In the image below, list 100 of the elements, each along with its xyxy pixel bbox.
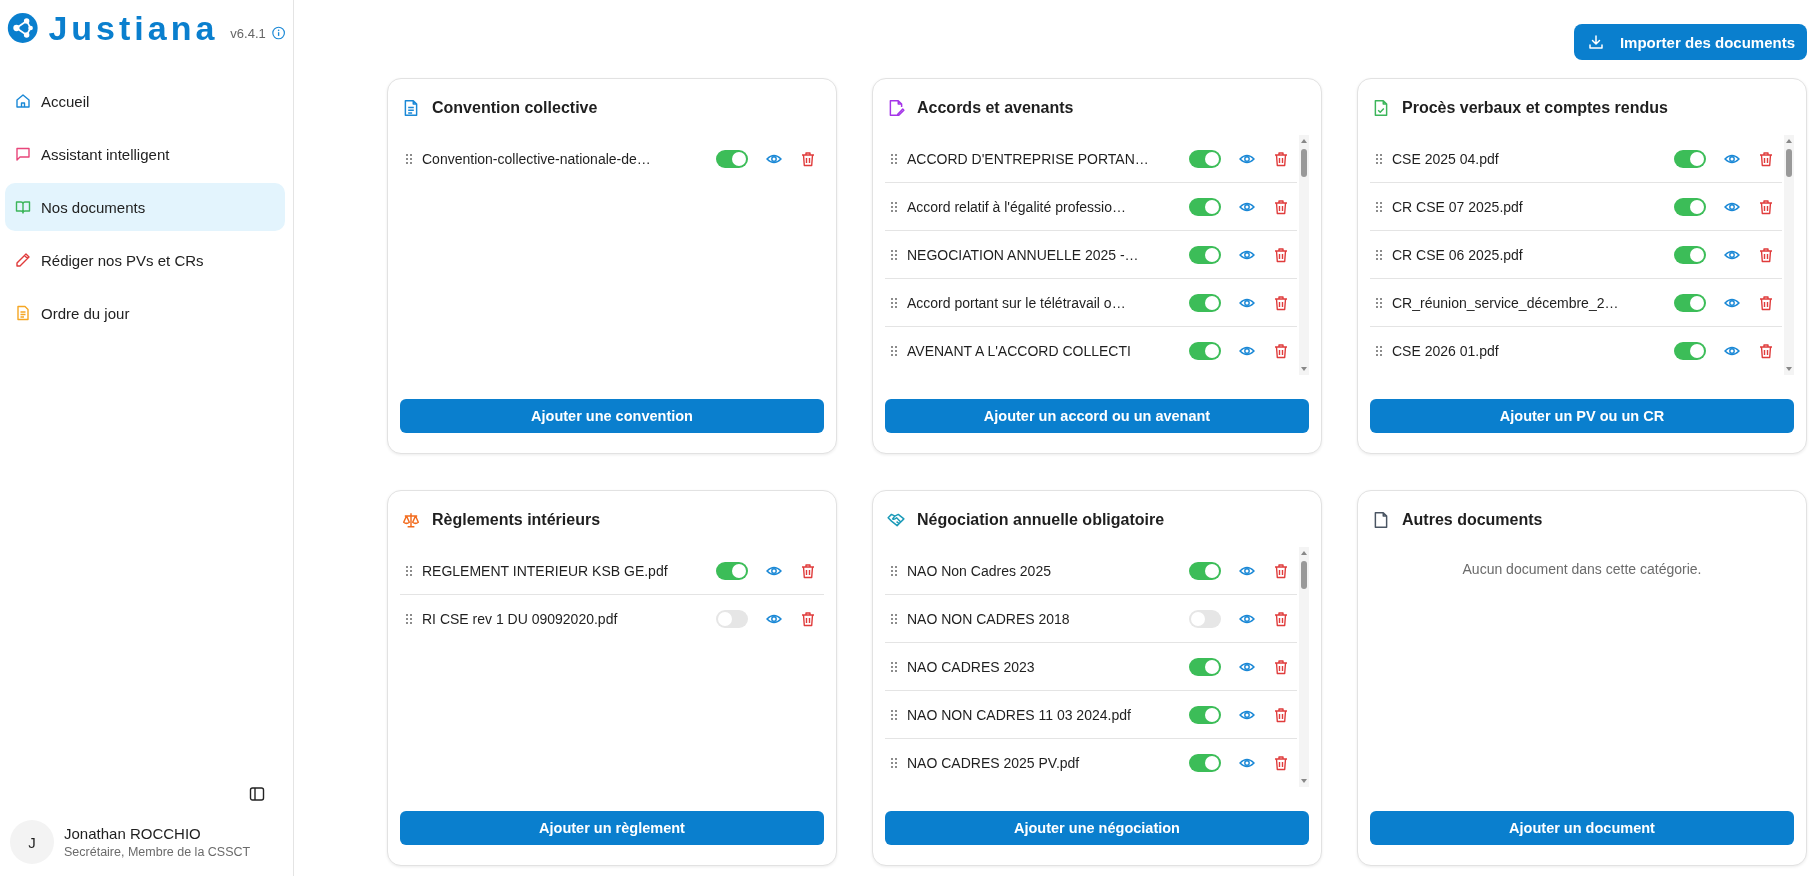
toggle-switch[interactable] [716, 149, 748, 168]
document-name: NAO NON CADRES 11 03 2024.pdf [907, 706, 1132, 723]
toggle-switch[interactable] [1674, 293, 1706, 312]
document-name: CR CSE 07 2025.pdf [1392, 198, 1524, 215]
drag-handle-icon[interactable] [891, 661, 897, 672]
drag-handle-icon[interactable] [891, 297, 897, 308]
card-title: Négociation annuelle obligatoire [917, 511, 1165, 529]
toggle-switch[interactable] [1189, 705, 1221, 724]
trash-icon[interactable] [1273, 562, 1289, 579]
toggle-switch[interactable] [1674, 341, 1706, 360]
drag-handle-icon[interactable] [1376, 297, 1382, 308]
drag-handle-icon[interactable] [891, 613, 897, 624]
nav-item[interactable]: Assistant intelligent [5, 130, 285, 178]
version-label: v6.4.1 [230, 25, 266, 41]
scrollbar[interactable] [1299, 135, 1309, 375]
document-name: RI CSE rev 1 DU 09092020.pdf [422, 610, 619, 627]
toggle-switch[interactable] [1189, 561, 1221, 580]
toggle-switch[interactable] [1674, 149, 1706, 168]
document-name: NAO CADRES 2023 [907, 658, 1036, 675]
trash-icon[interactable] [1273, 150, 1289, 167]
handshake-icon [887, 511, 905, 529]
document-name: NAO Non Cadres 2025 [907, 562, 1052, 579]
document-icon [15, 305, 31, 321]
add-button[interactable]: Ajouter un accord ou un avenant [885, 399, 1309, 433]
drag-handle-icon[interactable] [891, 565, 897, 576]
drag-handle-icon[interactable] [1376, 249, 1382, 260]
trash-icon[interactable] [1758, 246, 1774, 263]
drag-handle-icon[interactable] [891, 201, 897, 212]
user-role: Secrétaire, Membre de la CSSCT [64, 845, 251, 859]
trash-icon[interactable] [1273, 342, 1289, 359]
download-icon [1587, 34, 1604, 50]
drag-handle-icon[interactable] [406, 613, 412, 624]
trash-icon[interactable] [1273, 706, 1289, 723]
trash-icon[interactable] [1273, 294, 1289, 311]
scrollbar[interactable] [1784, 135, 1794, 375]
add-button[interactable]: Ajouter un règlement [400, 811, 824, 845]
trash-icon[interactable] [800, 150, 816, 167]
drag-handle-icon[interactable] [406, 565, 412, 576]
document-name: CR_réunion_service_décembre_2… [1392, 294, 1620, 311]
book-icon [15, 199, 31, 215]
trash-icon[interactable] [1273, 610, 1289, 627]
trash-icon[interactable] [800, 562, 816, 579]
card-title: Procès verbaux et comptes rendus [1402, 99, 1668, 117]
document-name: CR CSE 06 2025.pdf [1392, 246, 1524, 263]
drag-handle-icon[interactable] [406, 153, 412, 164]
trash-icon[interactable] [1273, 246, 1289, 263]
toggle-switch[interactable] [1189, 341, 1221, 360]
trash-icon[interactable] [800, 610, 816, 627]
toggle-switch[interactable] [1189, 609, 1221, 628]
user-name: Jonathan ROCCHIO [64, 825, 202, 842]
drag-handle-icon[interactable] [891, 153, 897, 164]
toggle-switch[interactable] [716, 561, 748, 580]
toggle-switch[interactable] [1189, 245, 1221, 264]
trash-icon[interactable] [1758, 294, 1774, 311]
nav-item[interactable]: Rédiger nos PVs et CRs [5, 236, 285, 284]
trash-icon[interactable] [1273, 754, 1289, 771]
document-name: Accord portant sur le télétravail o… [907, 294, 1127, 311]
info-icon[interactable] [271, 25, 285, 41]
pen-document-icon [887, 99, 905, 117]
scale-icon [402, 511, 420, 529]
toggle-switch[interactable] [1189, 657, 1221, 676]
drag-handle-icon[interactable] [891, 709, 897, 720]
drag-handle-icon[interactable] [1376, 153, 1382, 164]
toggle-switch[interactable] [1189, 753, 1221, 772]
toggle-switch[interactable] [1674, 245, 1706, 264]
card-title: Règlements intérieurs [432, 511, 601, 529]
drag-handle-icon[interactable] [891, 345, 897, 356]
drag-handle-icon[interactable] [1376, 201, 1382, 212]
document-name: NEGOCIATION ANNUELLE 2025 -… [907, 246, 1140, 263]
document-name: CSE 2026 01.pdf [1392, 342, 1500, 359]
trash-icon[interactable] [1273, 198, 1289, 215]
drag-handle-icon[interactable] [891, 757, 897, 768]
document-name: ACCORD D'ENTREPRISE PORTAN… [907, 150, 1150, 167]
card-title: Convention collective [432, 99, 598, 117]
trash-icon[interactable] [1273, 658, 1289, 675]
home-icon [15, 93, 31, 109]
nav-item[interactable]: Ordre du jour [5, 289, 285, 337]
chat-bubble-icon [15, 146, 31, 162]
drag-handle-icon[interactable] [1376, 345, 1382, 356]
scrollbar[interactable] [1299, 547, 1309, 787]
trash-icon[interactable] [1758, 198, 1774, 215]
document-name: Convention-collective-nationale-de… [422, 150, 652, 167]
toggle-switch[interactable] [1189, 197, 1221, 216]
add-button[interactable]: Ajouter une convention [400, 399, 824, 433]
toggle-switch[interactable] [1189, 293, 1221, 312]
add-button[interactable]: Ajouter un PV ou un CR [1370, 399, 1794, 433]
document-name: Accord relatif à l'égalité professio… [907, 198, 1127, 215]
drag-handle-icon[interactable] [891, 249, 897, 260]
trash-icon[interactable] [1758, 150, 1774, 167]
nav-item[interactable]: Accueil [5, 77, 285, 125]
trash-icon[interactable] [1758, 342, 1774, 359]
add-button[interactable]: Ajouter un document [1370, 811, 1794, 845]
nav-item[interactable]: Nos documents [5, 183, 285, 231]
add-button[interactable]: Ajouter une négociation [885, 811, 1309, 845]
sidebar-toggle-icon[interactable] [249, 786, 265, 802]
import-button[interactable]: Importer des documents [1573, 24, 1807, 60]
file-icon [1372, 511, 1390, 529]
toggle-switch[interactable] [716, 609, 748, 628]
toggle-switch[interactable] [1189, 149, 1221, 168]
toggle-switch[interactable] [1674, 197, 1706, 216]
